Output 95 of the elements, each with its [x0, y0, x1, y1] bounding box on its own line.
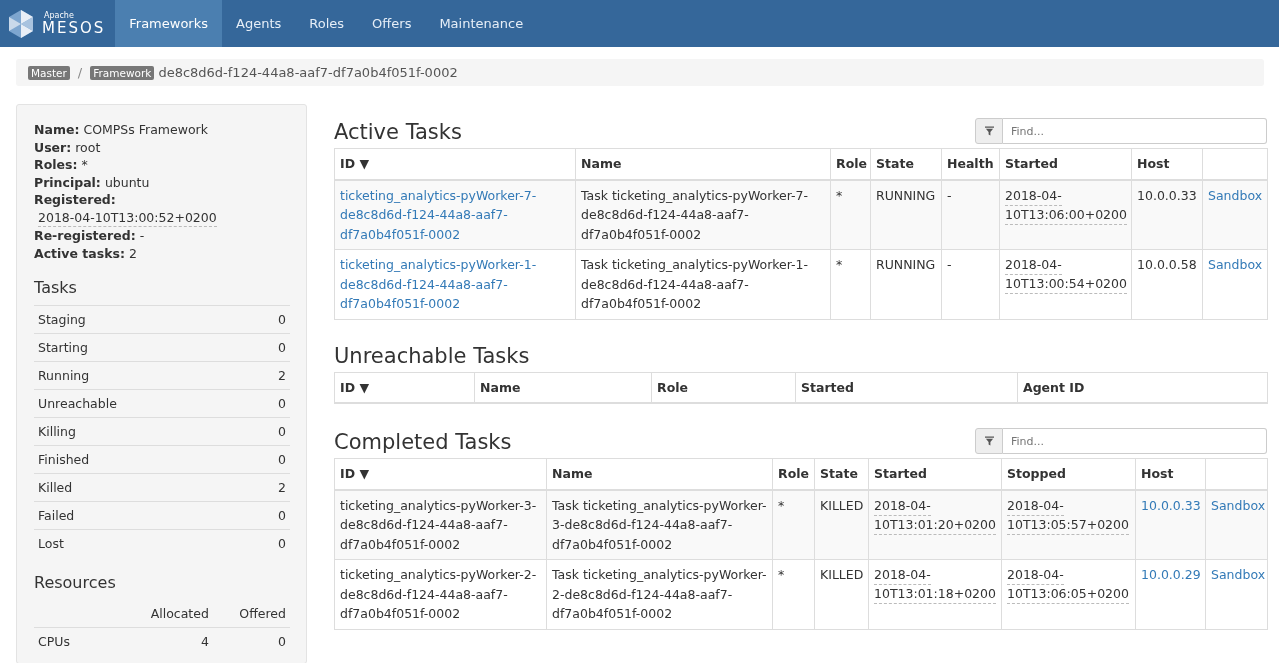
info-label: User:	[34, 139, 72, 155]
column-header[interactable]: ID ▼	[340, 379, 369, 395]
column-header[interactable]: Name	[552, 466, 593, 481]
breadcrumb-link[interactable]: Framework	[90, 65, 155, 80]
info-value: -	[139, 228, 145, 243]
task-state-label: Failed	[34, 501, 251, 530]
table-cell: ticketing_analytics-pyWorker-2-de8c8d6d-f124-44a8-aaf7-df7a0b4f051f-0002	[340, 567, 537, 621]
filter-icon	[984, 436, 994, 446]
section-title: Active Tasks	[334, 120, 462, 144]
section-heading: Resources	[34, 573, 117, 592]
info-label: Principal:	[34, 174, 101, 190]
info-value: COMPSs Framework	[83, 122, 208, 137]
task-count: 0	[250, 333, 290, 362]
column-header[interactable]: ID ▼	[340, 156, 369, 171]
info-date: 2018-04-10T13:00:52+0200	[38, 208, 217, 227]
resource-label: CPUs	[34, 627, 95, 655]
task-count: 2	[250, 473, 290, 502]
table-cell: KILLED	[820, 497, 864, 513]
table-cell: -	[947, 187, 952, 203]
info-label: Re-registered:	[34, 228, 136, 243]
table-cell: Task ticketing_analytics-pyWorker-7-de8c8d6d-f124-44a8-aaf7-df7a0b4f051f-0002	[581, 187, 809, 242]
date-cell: 2018-04-10T13:01:18+0200	[874, 565, 996, 604]
filter-icon	[984, 126, 994, 136]
table-cell: RUNNING	[876, 187, 936, 203]
info-value: *	[81, 157, 88, 172]
date-cell: 2018-04-10T13:00:54+0200	[1005, 255, 1127, 294]
table-cell: *	[778, 497, 785, 513]
task-count: 0	[250, 501, 290, 530]
section-heading: Tasks	[34, 278, 78, 297]
search-field[interactable]: Find...	[1003, 118, 1267, 144]
brand-name: MESOS	[42, 20, 106, 36]
date-cell: 2018-04-10T13:06:05+0200	[1007, 565, 1129, 604]
date-cell: 2018-04-10T13:06:00+0200	[1005, 185, 1127, 225]
column-header[interactable]: Name	[480, 379, 521, 395]
column-header: Allocated	[94, 600, 213, 628]
filter-button[interactable]	[975, 118, 1003, 144]
info-value: ubuntu	[104, 174, 150, 190]
column-header[interactable]: Agent ID	[1023, 379, 1085, 395]
table-cell: ticketing_analytics-pyWorker-3-de8c8d6d-f124-44a8-aaf7-df7a0b4f051f-0002	[340, 497, 537, 552]
section-title: Completed Tasks	[334, 430, 512, 454]
section-title: Unreachable Tasks	[334, 343, 530, 368]
column-header[interactable]: ID ▼	[340, 466, 369, 481]
task-count: 2	[250, 361, 290, 390]
table-cell: *	[836, 257, 843, 272]
info-label: Roles:	[34, 157, 78, 172]
nav-tab[interactable]: Agents	[222, 0, 296, 47]
table-cell: Task ticketing_analytics-pyWorker-2-de8c8d6d-f124-44a8-aaf7-df7a0b4f051f-0002	[552, 567, 767, 621]
table-cell: *	[778, 567, 785, 582]
search-field[interactable]: Find...	[1003, 428, 1267, 454]
date-cell: 2018-04-10T13:05:57+0200	[1007, 495, 1129, 535]
task-count: 0	[250, 389, 290, 418]
nav-tab[interactable]: Offers	[358, 0, 426, 47]
column-header[interactable]: Started	[1005, 156, 1058, 171]
breadcrumb-link[interactable]: Master	[28, 65, 70, 80]
table-cell: 10.0.0.33	[1137, 187, 1197, 203]
brand-caption: Apache	[44, 11, 75, 20]
framework-id: de8c8d6d-f124-44a8-aaf7-df7a0b4f051f-0002	[158, 65, 458, 80]
column-header[interactable]: Name	[581, 156, 622, 171]
breadcrumb-separator: /	[77, 65, 83, 80]
table-cell: 10.0.0.58	[1137, 257, 1197, 272]
info-value: root	[75, 139, 101, 155]
logo-icon	[6, 8, 36, 39]
task-state-label: Killing	[34, 417, 251, 446]
resource-value: 4	[94, 627, 213, 655]
nav-tab[interactable]: Roles	[295, 0, 359, 47]
info-label: Name:	[34, 122, 80, 137]
table-cell: KILLED	[820, 567, 864, 582]
task-count: 0	[250, 529, 290, 557]
column-header[interactable]: Started	[801, 379, 854, 395]
task-state-label: Starting	[34, 333, 251, 362]
column-header: Offered	[212, 600, 290, 628]
table-cell: RUNNING	[876, 257, 936, 272]
info-label: Active tasks:	[34, 245, 125, 261]
nav-tab[interactable]: Frameworks	[115, 0, 223, 47]
info-value: 2	[128, 245, 137, 261]
resource-value: 0	[212, 627, 290, 655]
task-state-label: Unreachable	[34, 389, 251, 418]
task-state-label: Lost	[34, 529, 251, 557]
table-cell: Task ticketing_analytics-pyWorker-3-de8c8d6d-f124-44a8-aaf7-df7a0b4f051f-0002	[552, 497, 767, 552]
task-state-label: Running	[34, 361, 251, 390]
column-header[interactable]: Started	[874, 466, 927, 481]
table-cell: Task ticketing_analytics-pyWorker-1-de8c8d6d-f124-44a8-aaf7-df7a0b4f051f-0002	[581, 257, 809, 311]
task-state-label: Staging	[34, 305, 251, 334]
filter-button[interactable]	[975, 428, 1003, 454]
task-state-label: Killed	[34, 473, 251, 502]
table-cell: *	[836, 187, 843, 203]
task-state-label: Finished	[34, 445, 251, 474]
column-header[interactable]: Role	[657, 379, 688, 395]
task-count: 0	[250, 305, 290, 334]
nav-tab[interactable]: Maintenance	[425, 0, 538, 47]
table-cell: -	[947, 257, 952, 272]
task-count: 0	[250, 417, 290, 446]
date-cell: 2018-04-10T13:01:20+0200	[874, 495, 996, 535]
info-label: Registered:	[34, 192, 116, 207]
task-count: 0	[250, 445, 290, 474]
